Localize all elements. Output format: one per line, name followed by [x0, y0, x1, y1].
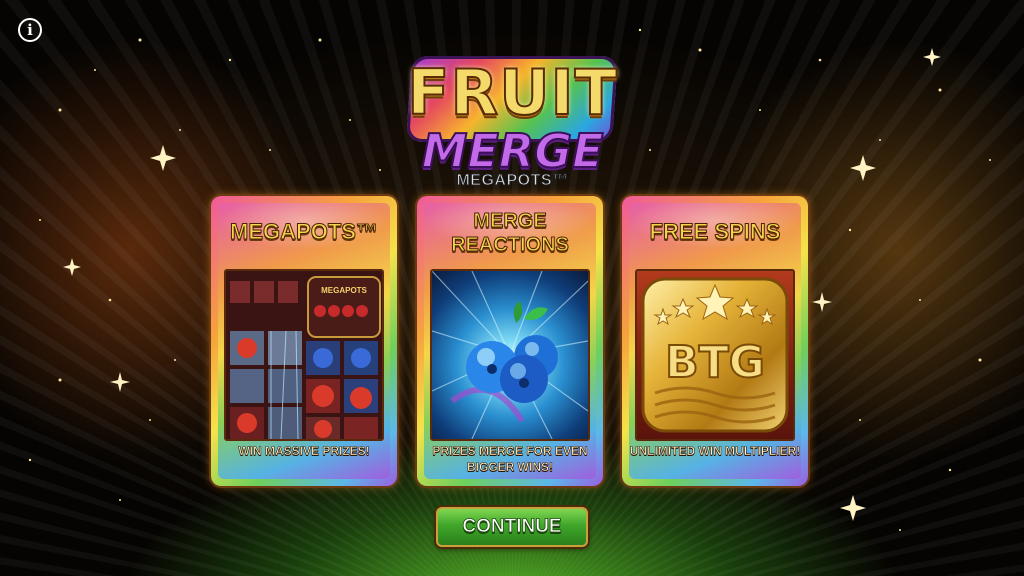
- reel-megapots-label: MEGAPOTS: [321, 286, 367, 295]
- game-logo: FRUIT MERGE MEGAPOTS™: [405, 52, 620, 192]
- card-title: FREE SPINS: [649, 219, 781, 245]
- logo-megapots-text: MEGAPOTS™: [456, 172, 569, 190]
- card-description: UNLIMITED WIN MULTIPLIER!: [629, 444, 801, 459]
- card-title: MEGAPOTS™: [230, 219, 379, 245]
- card-description: WIN MASSIVE PRIZES!: [238, 444, 370, 459]
- card-panel: MEGAPOTS™ MEGAPOTS WIN MASSIVE PRIZES!: [218, 203, 390, 479]
- card-panel: MERGE REACTIONS PRIZES MERGE FOR EVEN BI…: [424, 203, 596, 479]
- btg-badge-image: BTG: [635, 269, 795, 441]
- blueberry-burst-image: [430, 269, 590, 441]
- megapots-reels-image: MEGAPOTS: [224, 269, 384, 441]
- logo-merge-text: MERGE: [421, 123, 605, 179]
- info-button[interactable]: i: [18, 18, 42, 42]
- continue-button[interactable]: CONTINUE: [436, 507, 588, 547]
- card-description: PRIZES MERGE FOR EVEN BIGGER WINS!: [432, 444, 588, 475]
- card-panel: FREE SPINS BTG UNLIMITED WIN MULTIPLIER!: [629, 203, 801, 479]
- feature-card-merge-reactions: MERGE REACTIONS PRIZES MERGE FOR EVEN BI…: [417, 196, 603, 486]
- logo-fruit-text: FRUIT: [406, 55, 618, 130]
- btg-badge-text: BTG: [665, 337, 765, 388]
- card-title: MERGE REACTIONS: [451, 210, 570, 257]
- feature-card-megapots: MEGAPOTS™ MEGAPOTS WIN MASSIVE PRIZES!: [211, 196, 397, 486]
- feature-card-free-spins: FREE SPINS BTG UNLIMITED WIN MULTIPLIER!: [622, 196, 808, 486]
